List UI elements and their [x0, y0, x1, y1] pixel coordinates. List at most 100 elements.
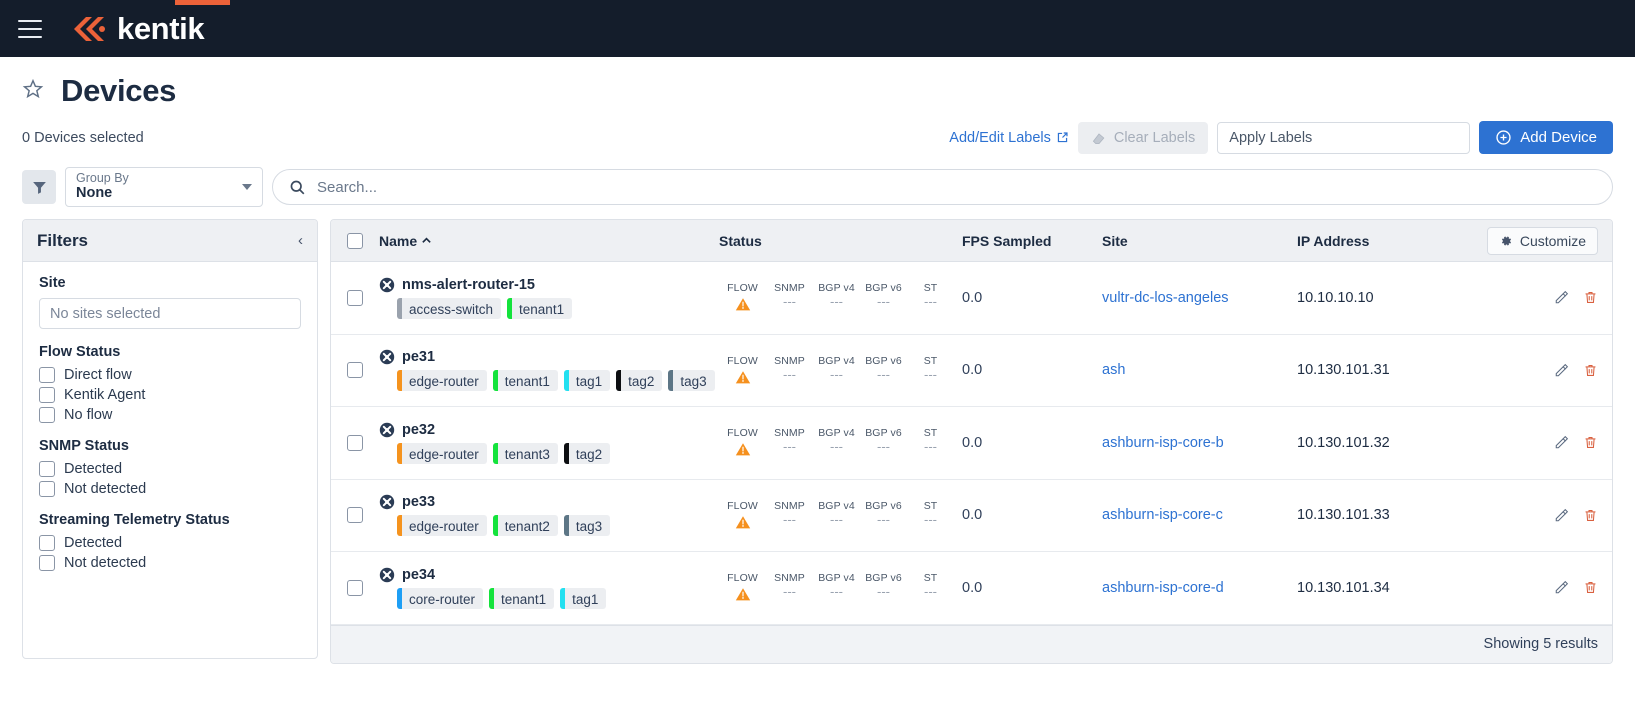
checkbox-icon[interactable] — [39, 555, 55, 571]
device-tag[interactable]: tenant3 — [492, 442, 558, 464]
site-link[interactable]: ashburn-isp-core-d — [1102, 580, 1224, 596]
add-device-button[interactable]: Add Device — [1479, 121, 1613, 154]
delete-device-button[interactable] — [1583, 435, 1598, 450]
device-tag[interactable]: tag2 — [563, 442, 611, 464]
device-tag[interactable]: tenant2 — [492, 515, 558, 537]
checkbox-no-flow[interactable]: No flow — [39, 407, 301, 423]
checkbox-kentik-agent[interactable]: Kentik Agent — [39, 387, 301, 403]
clear-labels-button[interactable]: Clear Labels — [1077, 121, 1209, 154]
table-row[interactable]: pe33 edge-router tenant2 tag3 FLOW SNMP --- BGP… — [331, 480, 1612, 552]
delete-device-button[interactable] — [1583, 363, 1598, 378]
device-name-line[interactable]: pe32 — [379, 422, 719, 438]
device-tag[interactable]: tag1 — [560, 587, 607, 609]
status-item[interactable]: BGP v4 --- — [813, 572, 860, 603]
edit-device-button[interactable] — [1554, 290, 1569, 305]
status-item[interactable]: ST --- — [907, 500, 954, 531]
status-item[interactable]: ST --- — [907, 282, 954, 313]
delete-device-button[interactable] — [1583, 290, 1598, 305]
add-edit-labels-link[interactable]: Add/Edit Labels — [949, 130, 1069, 146]
row-checkbox[interactable] — [347, 579, 363, 596]
status-item[interactable]: BGP v6 --- — [860, 572, 907, 603]
customize-button[interactable]: Customize — [1486, 226, 1598, 255]
checkbox-icon[interactable] — [39, 461, 55, 477]
status-item[interactable]: SNMP --- — [766, 572, 813, 603]
edit-device-button[interactable] — [1554, 508, 1569, 523]
column-header-name[interactable]: Name — [379, 233, 719, 249]
row-checkbox[interactable] — [347, 289, 363, 306]
device-name-line[interactable]: pe33 — [379, 494, 719, 510]
group-by-select[interactable]: Group By None — [65, 167, 263, 207]
checkbox-icon[interactable] — [39, 535, 55, 551]
device-tag[interactable]: tenant1 — [492, 370, 558, 392]
status-item[interactable]: BGP v4 --- — [813, 500, 860, 531]
row-checkbox[interactable] — [347, 362, 363, 379]
status-item[interactable]: BGP v6 --- — [860, 500, 907, 531]
status-item[interactable]: ST --- — [907, 427, 954, 458]
filter-toggle-button[interactable] — [22, 170, 56, 204]
collapse-filters-chevron-left-icon[interactable]: ‹ — [298, 232, 303, 249]
device-tag[interactable]: tag2 — [616, 370, 663, 392]
checkbox-snmp-detected[interactable]: Detected — [39, 461, 301, 477]
status-item[interactable]: BGP v4 --- — [813, 282, 860, 313]
hamburger-menu-icon[interactable] — [18, 19, 42, 38]
search-box[interactable] — [272, 169, 1613, 205]
kentik-logo[interactable]: kentik — [68, 13, 205, 44]
site-link[interactable]: ashburn-isp-core-b — [1102, 435, 1224, 451]
device-name-line[interactable]: nms-alert-router-15 — [379, 277, 719, 293]
device-name-line[interactable]: pe34 — [379, 567, 719, 583]
table-row[interactable]: nms-alert-router-15 access-switch tenant1 F… — [331, 262, 1612, 335]
status-item[interactable]: BGP v4 --- — [813, 355, 860, 386]
delete-device-button[interactable] — [1583, 508, 1598, 523]
checkbox-direct-flow[interactable]: Direct flow — [39, 367, 301, 383]
status-item[interactable]: BGP v6 --- — [860, 282, 907, 313]
status-item[interactable]: SNMP --- — [766, 355, 813, 386]
status-item[interactable]: ST --- — [907, 572, 954, 603]
status-item[interactable]: FLOW — [719, 427, 766, 458]
edit-device-button[interactable] — [1554, 435, 1569, 450]
select-all-checkbox[interactable] — [347, 232, 363, 249]
checkbox-icon[interactable] — [39, 387, 55, 403]
checkbox-snmp-not-detected[interactable]: Not detected — [39, 481, 301, 497]
edit-device-button[interactable] — [1554, 580, 1569, 595]
table-row[interactable]: pe34 core-router tenant1 tag1 FLOW SNMP --- BGP… — [331, 552, 1612, 625]
apply-labels-input[interactable] — [1217, 121, 1471, 154]
site-link[interactable]: ashburn-isp-core-c — [1102, 507, 1223, 523]
device-tag[interactable]: tenant1 — [489, 587, 555, 609]
row-checkbox[interactable] — [347, 434, 363, 451]
device-tag[interactable]: tag3 — [668, 370, 715, 392]
edit-device-button[interactable] — [1554, 363, 1569, 378]
device-tag[interactable]: core-router — [397, 587, 484, 609]
status-item[interactable]: FLOW — [719, 282, 766, 313]
checkbox-st-detected[interactable]: Detected — [39, 535, 301, 551]
status-item[interactable]: SNMP --- — [766, 427, 813, 458]
status-item[interactable]: FLOW — [719, 355, 766, 386]
status-item[interactable]: BGP v4 --- — [813, 427, 860, 458]
device-tag[interactable]: edge-router — [397, 515, 487, 537]
site-select[interactable]: No sites selected — [39, 298, 301, 329]
column-header-status[interactable]: Status — [719, 233, 962, 249]
device-tag[interactable]: edge-router — [397, 370, 487, 392]
status-item[interactable]: SNMP --- — [766, 282, 813, 313]
device-tag[interactable]: access-switch — [397, 297, 502, 319]
device-tag[interactable]: tag3 — [563, 515, 611, 537]
favorite-star-icon[interactable] — [22, 78, 44, 104]
checkbox-icon[interactable] — [39, 367, 55, 383]
checkbox-icon[interactable] — [39, 481, 55, 497]
device-tag[interactable]: tag1 — [563, 370, 611, 392]
status-item[interactable]: BGP v6 --- — [860, 427, 907, 458]
status-item[interactable]: SNMP --- — [766, 500, 813, 531]
column-header-site[interactable]: Site — [1102, 233, 1297, 249]
device-tag[interactable]: tenant1 — [507, 297, 573, 319]
status-item[interactable]: FLOW — [719, 572, 766, 603]
table-row[interactable]: pe32 edge-router tenant3 tag2 FLOW SNMP --- BGP… — [331, 407, 1612, 480]
delete-device-button[interactable] — [1583, 580, 1598, 595]
checkbox-icon[interactable] — [39, 407, 55, 423]
device-name-line[interactable]: pe31 — [379, 349, 719, 365]
status-item[interactable]: FLOW — [719, 500, 766, 531]
device-tag[interactable]: edge-router — [397, 442, 487, 464]
site-link[interactable]: vultr-dc-los-angeles — [1102, 290, 1229, 306]
table-row[interactable]: pe31 edge-router tenant1 tag1 tag2 tag3 FLOW SN… — [331, 335, 1612, 407]
site-link[interactable]: ash — [1102, 362, 1125, 378]
column-header-ip-address[interactable]: IP Address — [1297, 233, 1479, 249]
search-input[interactable] — [317, 178, 1596, 196]
